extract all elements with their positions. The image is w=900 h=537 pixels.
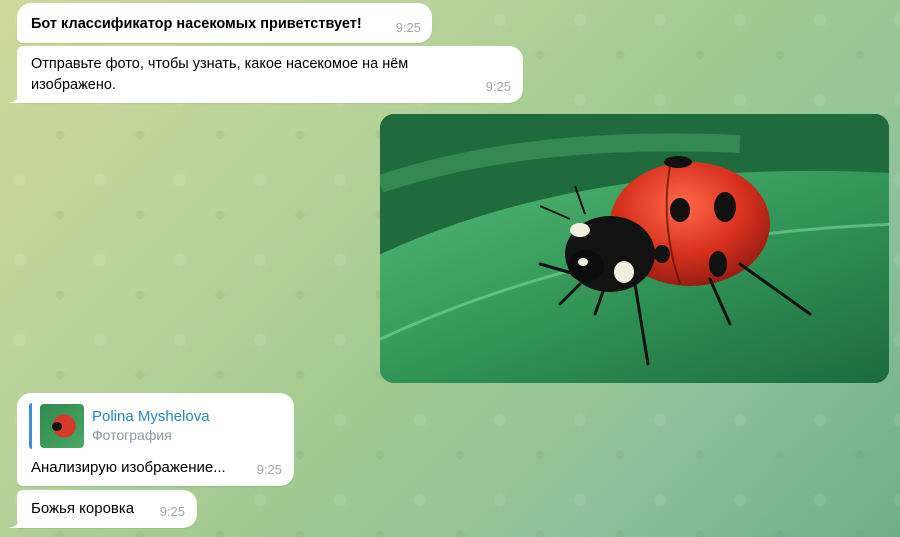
- reply-subtitle: Фотография: [92, 427, 172, 443]
- bubble-tail: [9, 91, 21, 103]
- bubble-tail: [9, 516, 21, 528]
- message-text: Божья коровка: [31, 500, 135, 517]
- reply-author-name: Polina Myshelova: [92, 408, 210, 425]
- message-time: 9:25: [256, 462, 282, 477]
- message-text: Анализирую изображение...: [31, 459, 226, 476]
- ladybug-photo-illustration: [380, 114, 889, 383]
- sent-photo-ladybug[interactable]: [380, 114, 889, 383]
- incoming-message-instructions[interactable]: Отправьте фото, чтобы узнать, какое насе…: [9, 46, 523, 103]
- incoming-message-greeting[interactable]: Бот классификатор насекомых приветствует…: [17, 3, 432, 43]
- message-time: 9:25: [159, 504, 185, 519]
- incoming-message-reply[interactable]: Polina Myshelova Фотография Анализирую и…: [17, 393, 294, 486]
- reply-photo-thumbnail: [40, 404, 84, 448]
- message-text: Бот классификатор насекомых приветствует…: [31, 16, 362, 32]
- incoming-message-result[interactable]: Божья коровка 9:25: [9, 490, 197, 528]
- message-time: 9:25: [395, 20, 421, 35]
- reply-quote[interactable]: Polina Myshelova Фотография: [29, 403, 279, 449]
- reply-details: Polina Myshelova Фотография: [92, 407, 210, 445]
- message-time: 9:25: [485, 79, 511, 94]
- message-text: Отправьте фото, чтобы узнать, какое насе…: [31, 56, 409, 93]
